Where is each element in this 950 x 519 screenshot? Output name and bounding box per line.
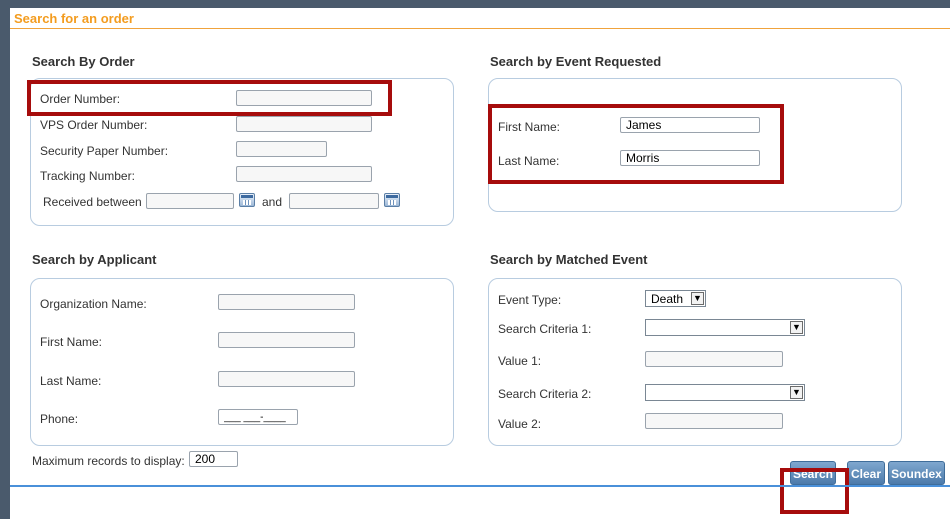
order-number-label: Order Number: [40, 92, 121, 106]
security-paper-number-input[interactable] [236, 141, 327, 157]
clear-button[interactable]: Clear [847, 461, 885, 485]
phone-label: Phone: [40, 412, 79, 426]
value-2-input[interactable] [645, 413, 783, 429]
organization-name-label: Organization Name: [40, 297, 147, 311]
page-title: Search for an order [14, 11, 134, 26]
vps-order-number-label: VPS Order Number: [40, 118, 148, 132]
tracking-number-label: Tracking Number: [40, 169, 135, 183]
search-by-event-requested-title: Search by Event Requested [490, 54, 662, 69]
received-from-input[interactable] [146, 193, 234, 209]
search-by-order-title: Search By Order [32, 54, 135, 69]
event-first-name-input[interactable] [620, 117, 760, 133]
organization-name-input[interactable] [218, 294, 355, 310]
applicant-first-name-label: First Name: [40, 335, 103, 349]
value-1-input[interactable] [645, 351, 783, 367]
soundex-button[interactable]: Soundex [888, 461, 945, 485]
search-order-page: Search for an order Search By Order Orde… [10, 8, 950, 519]
applicant-first-name-input[interactable] [218, 332, 355, 348]
received-between-label: Received between [43, 195, 142, 209]
event-type-select[interactable]: Death ▼ [645, 290, 706, 307]
event-type-label: Event Type: [498, 293, 562, 307]
event-type-value: Death [651, 292, 684, 306]
chevron-down-icon[interactable]: ▼ [790, 386, 803, 399]
max-records-label: Maximum records to display: [32, 454, 185, 468]
calendar-icon[interactable] [239, 193, 255, 207]
security-paper-number-label: Security Paper Number: [40, 144, 169, 158]
chevron-down-icon[interactable]: ▼ [691, 292, 704, 305]
search-button[interactable]: Search [790, 461, 836, 485]
page-title-bar: Search for an order [10, 8, 950, 29]
search-by-event-requested-panel [488, 78, 902, 212]
event-last-name-input[interactable] [620, 150, 760, 166]
event-last-name-label: Last Name: [498, 154, 560, 168]
search-criteria-2-label: Search Criteria 2: [498, 387, 592, 401]
applicant-last-name-input[interactable] [218, 371, 355, 387]
search-by-applicant-title: Search by Applicant [32, 252, 157, 267]
bottom-divider [10, 485, 950, 487]
search-by-matched-event-title: Search by Matched Event [490, 252, 648, 267]
max-records-input[interactable] [189, 451, 238, 467]
event-first-name-label: First Name: [498, 120, 561, 134]
received-to-input[interactable] [289, 193, 379, 209]
value-2-label: Value 2: [498, 417, 542, 431]
search-criteria-1-select[interactable]: ▼ [645, 319, 805, 336]
tracking-number-input[interactable] [236, 166, 372, 182]
order-number-input[interactable] [236, 90, 372, 106]
and-label: and [262, 195, 283, 209]
calendar-icon[interactable] [384, 193, 400, 207]
search-criteria-1-label: Search Criteria 1: [498, 322, 592, 336]
vps-order-number-input[interactable] [236, 116, 372, 132]
chevron-down-icon[interactable]: ▼ [790, 321, 803, 334]
phone-input[interactable] [218, 409, 298, 425]
value-1-label: Value 1: [498, 354, 542, 368]
search-criteria-2-select[interactable]: ▼ [645, 384, 805, 401]
applicant-last-name-label: Last Name: [40, 374, 102, 388]
